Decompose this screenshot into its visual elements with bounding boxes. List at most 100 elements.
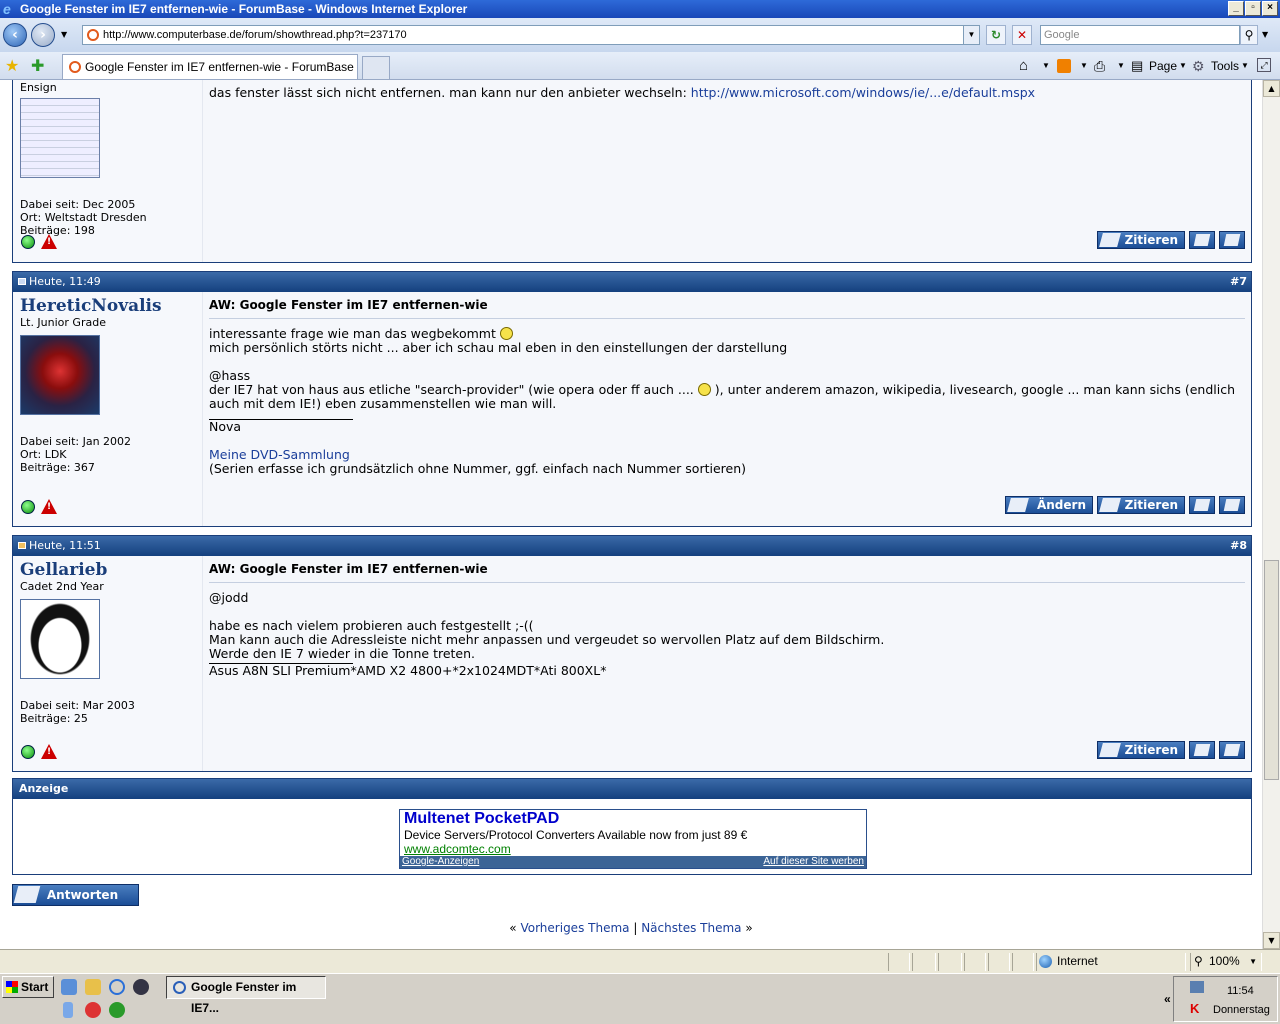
tray-expand-icon[interactable]: « (1164, 992, 1171, 1006)
search-input[interactable]: Google (1040, 25, 1240, 45)
scroll-thumb[interactable] (1264, 560, 1279, 780)
user-avatar-tux[interactable] (20, 599, 100, 679)
user-avatar[interactable] (20, 98, 100, 178)
start-button[interactable]: Start (2, 976, 54, 998)
forward-button[interactable]: › (31, 23, 55, 47)
quote-button[interactable]: Zitieren (1097, 496, 1185, 514)
network-tray-icon[interactable] (1190, 981, 1204, 993)
zoom-dropdown-icon[interactable]: ▼ (1249, 953, 1257, 970)
nav-separator: | (633, 921, 638, 935)
report-post-icon[interactable] (41, 499, 57, 514)
security-zone[interactable]: Internet (1036, 953, 1186, 971)
quick-reply-icon[interactable] (1219, 741, 1245, 759)
post-icon (18, 278, 26, 285)
ad-footer: Google-Anzeigen Auf dieser Site werben (400, 856, 866, 868)
post-icon (18, 542, 26, 549)
quote-button[interactable]: Zitieren (1097, 231, 1185, 249)
print-icon[interactable]: ⎙ (1094, 57, 1105, 75)
minimize-button[interactable]: _ (1228, 1, 1244, 16)
favorites-star-icon[interactable]: ★ (5, 56, 19, 75)
history-dropdown-icon[interactable]: ▼ (61, 30, 67, 39)
quicklaunch-app-icon[interactable] (85, 1002, 101, 1018)
tools-dropdown-icon[interactable]: ▼ (1241, 57, 1249, 75)
icq-flower-icon[interactable] (109, 1002, 125, 1018)
signature-text: Asus A8N SLI Premium*AMD X2 4800+*2x1024… (209, 663, 607, 678)
user-rank: Ensign (20, 81, 57, 94)
scroll-up-arrow-icon[interactable]: ▲ (1263, 80, 1280, 97)
system-tray: « K 11:54 Donnerstag (1164, 976, 1278, 1022)
address-bar[interactable]: http://www.computerbase.de/forum/showthr… (82, 25, 980, 45)
feed-dropdown-icon[interactable]: ▼ (1080, 57, 1088, 75)
zoom-control[interactable]: ⚲ 100% ▼ (1190, 953, 1262, 971)
ad-box: Anzeige Multenet PocketPAD Device Server… (12, 778, 1252, 875)
close-button[interactable]: × (1262, 1, 1278, 16)
user-joined: Dabei seit: Dec 2005 (20, 198, 136, 211)
zoom-level: 100% (1209, 954, 1240, 968)
ie-quicklaunch-icon[interactable] (109, 979, 125, 995)
post-number[interactable]: #8 (1230, 536, 1247, 556)
username[interactable]: HereticNovalis (20, 296, 195, 316)
refresh-button[interactable]: ↻ (986, 25, 1006, 45)
search-dropdown-icon[interactable]: ▼ (1262, 30, 1268, 39)
signature-link[interactable]: Meine DVD-Sammlung (209, 448, 1245, 462)
maximize-button[interactable]: ▫ (1245, 1, 1261, 16)
page-icon: ▤ (1131, 58, 1144, 73)
ad-url[interactable]: www.adcomtec.com (400, 842, 866, 856)
address-dropdown-icon[interactable]: ▼ (963, 26, 979, 44)
user-avatar[interactable] (20, 335, 100, 415)
quicklaunch-app-icon[interactable] (63, 1002, 73, 1018)
page-menu[interactable]: Page (1149, 57, 1177, 75)
next-thread-link[interactable]: Nächstes Thema (641, 921, 741, 935)
multiquote-icon[interactable] (1189, 741, 1215, 759)
quick-reply-icon[interactable] (1219, 231, 1245, 249)
quote-button[interactable]: Zitieren (1097, 741, 1185, 759)
ad-title[interactable]: Multenet PocketPAD (400, 810, 866, 828)
tab-active[interactable]: Google Fenster im IE7 entfernen-wie - Fo… (62, 54, 358, 79)
previous-thread-link[interactable]: Vorheriges Thema (520, 921, 629, 935)
media-player-icon[interactable] (133, 979, 149, 995)
explorer-folder-icon[interactable] (85, 979, 101, 995)
google-ad[interactable]: Multenet PocketPAD Device Servers/Protoc… (399, 809, 867, 869)
home-icon[interactable]: ⌂ (1019, 57, 1028, 75)
multiquote-icon[interactable] (1189, 231, 1215, 249)
post-7: Heute, 11:49 #7 HereticNovalis Lt. Junio… (12, 271, 1252, 527)
search-icon[interactable]: ⚲ (1240, 25, 1258, 45)
post-title: AW: Google Fenster im IE7 entfernen-wie (209, 560, 1245, 583)
quick-reply-icon[interactable] (1219, 496, 1245, 514)
report-post-icon[interactable] (41, 234, 57, 249)
research-icon[interactable]: ⤢ (1257, 58, 1271, 72)
antivirus-tray-icon[interactable]: K (1190, 1001, 1199, 1016)
reply-button[interactable]: Antworten (12, 884, 139, 906)
stop-button[interactable]: ✕ (1012, 25, 1032, 45)
status-cell (888, 953, 910, 971)
online-status-icon (21, 745, 35, 759)
post-number[interactable]: #7 (1230, 272, 1247, 292)
page-dropdown-icon[interactable]: ▼ (1179, 57, 1187, 75)
report-post-icon[interactable] (41, 744, 57, 759)
tab-favicon-icon (69, 61, 81, 73)
clock-day[interactable]: Donnerstag (1213, 1004, 1270, 1016)
new-tab-button[interactable] (362, 56, 390, 79)
tools-menu[interactable]: Tools (1211, 57, 1239, 75)
edit-button[interactable]: Ändern (1005, 496, 1093, 514)
post-link[interactable]: http://www.microsoft.com/windows/ie/...e… (691, 85, 1035, 100)
globe-icon (1039, 955, 1052, 968)
vertical-scrollbar[interactable]: ▲ ▼ (1262, 80, 1280, 949)
home-dropdown-icon[interactable]: ▼ (1042, 57, 1050, 75)
rss-feed-icon[interactable] (1057, 59, 1071, 73)
advertise-link[interactable]: Auf dieser Site werben (763, 856, 864, 868)
post-6: Ensign Dabei seit: Dec 2005 Ort: Weltsta… (12, 80, 1252, 263)
taskbar-button-ie[interactable]: Google Fenster im IE7... (166, 976, 326, 1015)
show-desktop-icon[interactable] (61, 979, 77, 995)
add-favorite-icon[interactable]: ✚ (31, 56, 44, 75)
google-ads-link[interactable]: Google-Anzeigen (402, 856, 479, 867)
print-dropdown-icon[interactable]: ▼ (1117, 57, 1125, 75)
online-status-icon (21, 235, 35, 249)
multiquote-icon[interactable] (1189, 496, 1215, 514)
scroll-down-arrow-icon[interactable]: ▼ (1263, 932, 1280, 949)
status-cell (912, 953, 936, 971)
ad-description: Device Servers/Protocol Converters Avail… (404, 828, 748, 842)
clock-time[interactable]: 11:54 (1227, 985, 1254, 997)
username[interactable]: Gellarieb (20, 560, 195, 580)
back-button[interactable]: ‹ (3, 23, 27, 47)
